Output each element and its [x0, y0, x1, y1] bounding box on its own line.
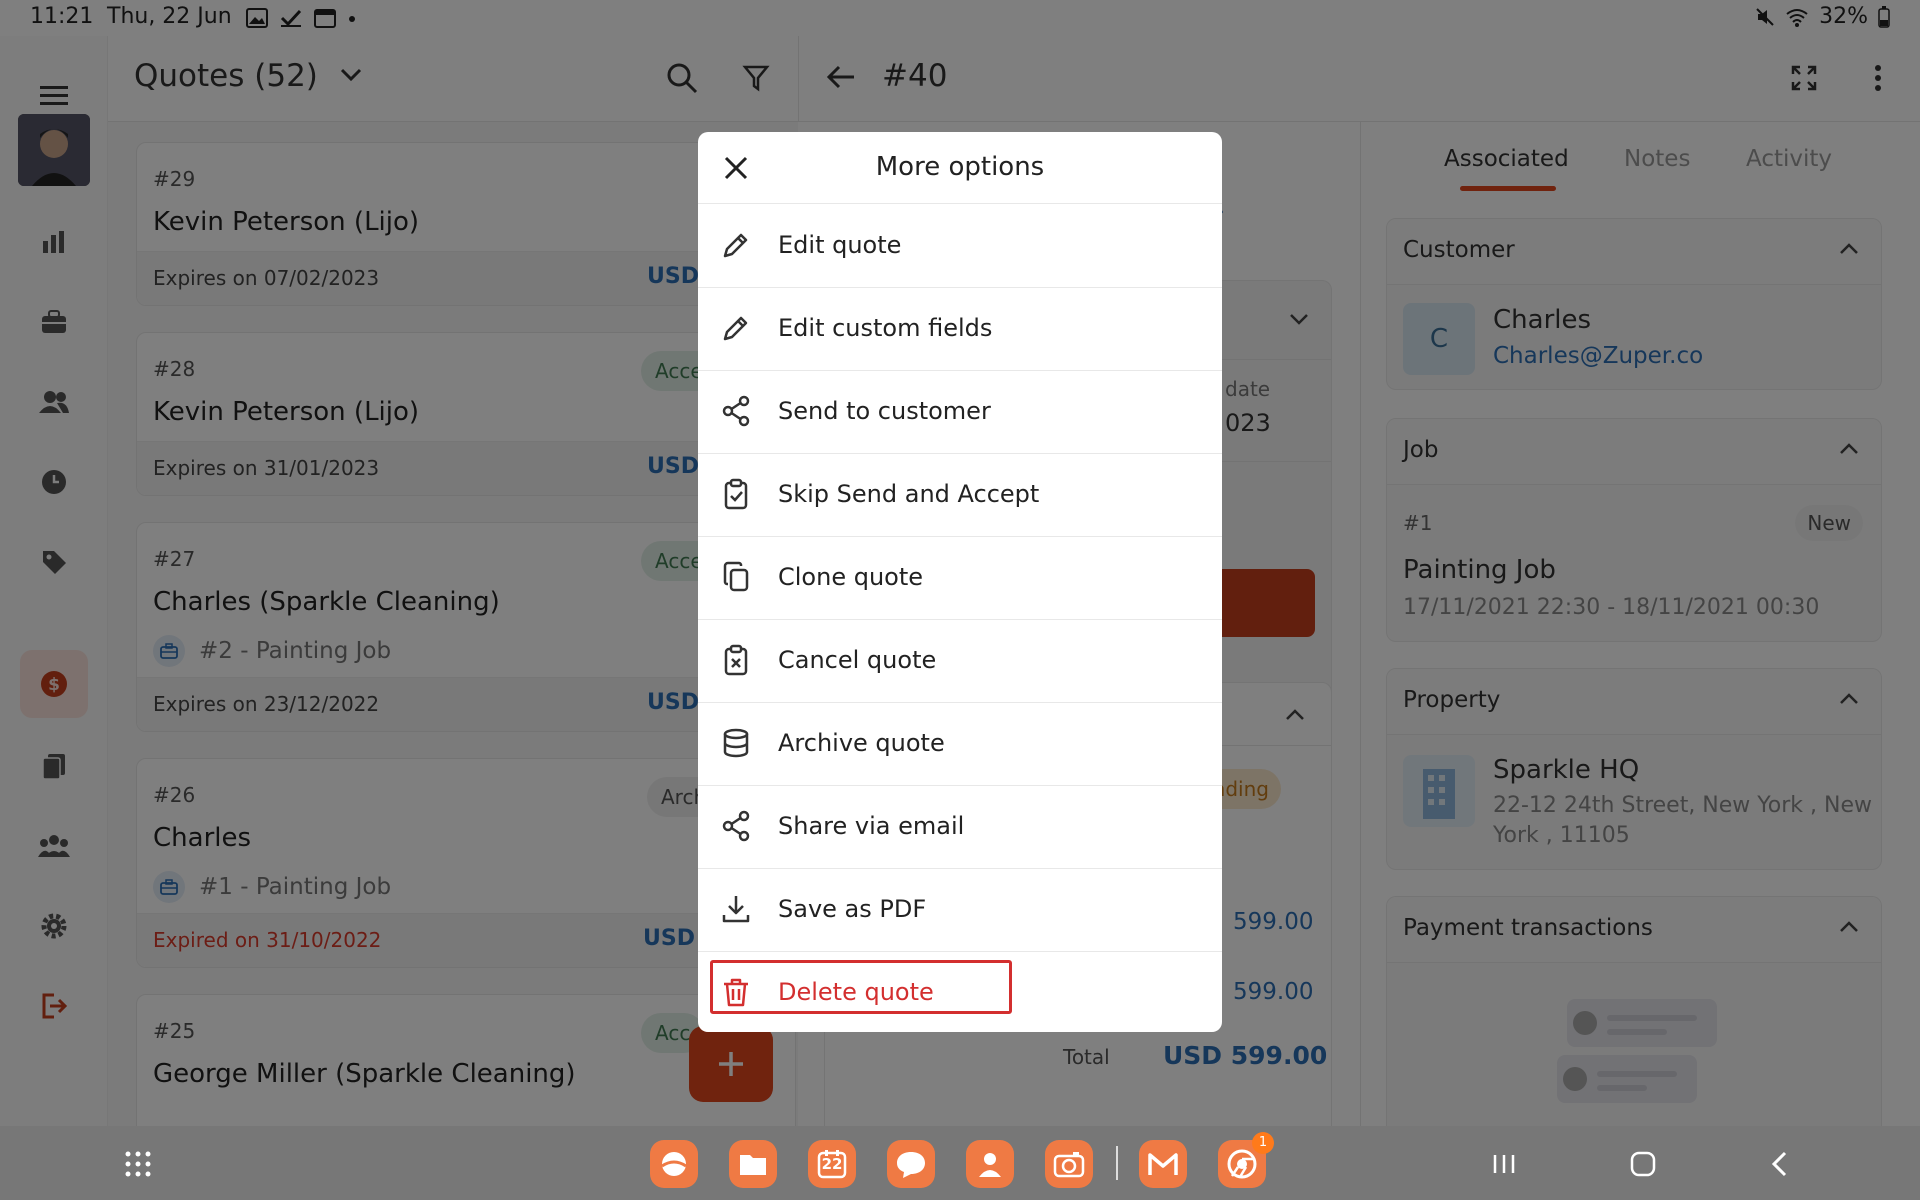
menu-item-skip-send-and-accept[interactable]: Skip Send and Accept [698, 454, 1222, 537]
menu-item-archive-quote[interactable]: Archive quote [698, 703, 1222, 786]
dialog-title: More options [875, 152, 1045, 182]
menu-item-clone-quote[interactable]: Clone quote [698, 537, 1222, 620]
messages-app-icon[interactable] [887, 1140, 935, 1188]
menu-item-label: Send to customer [778, 397, 991, 425]
menu-item-label: Skip Send and Accept [778, 480, 1040, 508]
clipboard-x-icon [724, 644, 748, 676]
menu-item-edit-custom-fields[interactable]: Edit custom fields [698, 288, 1222, 371]
share-icon [722, 810, 750, 842]
menu-item-cancel-quote[interactable]: Cancel quote [698, 620, 1222, 703]
more-options-dialog: More options Edit quote Edit custom fiel… [698, 132, 1222, 1032]
app-drawer-icon[interactable] [124, 1150, 152, 1178]
pencil-icon [723, 233, 748, 258]
menu-item-label: Archive quote [778, 729, 945, 757]
recent-apps-icon[interactable] [1492, 1152, 1516, 1176]
system-back-icon[interactable] [1770, 1150, 1788, 1178]
gmail-app-icon[interactable] [1139, 1140, 1187, 1188]
download-icon [722, 896, 750, 923]
chrome-app-icon[interactable]: 1 [1218, 1132, 1274, 1188]
calendar-day: 22 [821, 1155, 843, 1173]
menu-item-share-via-email[interactable]: Share via email [698, 786, 1222, 869]
copy-icon [723, 561, 749, 592]
browser-app-icon[interactable] [650, 1140, 698, 1188]
pencil-icon [723, 316, 748, 341]
trash-icon [724, 978, 748, 1007]
dialog-header: More options [698, 132, 1222, 204]
menu-item-edit-quote[interactable]: Edit quote [698, 205, 1222, 288]
dock-divider [1116, 1146, 1118, 1180]
share-icon [722, 395, 750, 427]
notification-badge: 1 [1252, 1132, 1274, 1154]
camera-app-icon[interactable] [1045, 1140, 1093, 1188]
menu-item-delete-quote[interactable]: Delete quote [698, 952, 1222, 1032]
calendar-app-icon[interactable]: 22 [808, 1140, 856, 1188]
menu-item-save-as-pdf[interactable]: Save as PDF [698, 869, 1222, 952]
menu-item-label: Edit quote [778, 231, 902, 259]
menu-item-label: Edit custom fields [778, 314, 993, 342]
database-icon [723, 728, 749, 758]
menu-item-label: Clone quote [778, 563, 924, 591]
menu-item-label: Delete quote [778, 978, 934, 1006]
menu-item-send-to-customer[interactable]: Send to customer [698, 371, 1222, 454]
menu-item-label: Cancel quote [778, 646, 937, 674]
menu-item-label: Save as PDF [778, 895, 927, 923]
files-app-icon[interactable] [729, 1140, 777, 1188]
menu-item-label: Share via email [778, 812, 965, 840]
clipboard-check-icon [724, 478, 748, 510]
contacts-app-icon[interactable] [966, 1140, 1014, 1188]
home-icon[interactable] [1630, 1151, 1656, 1177]
